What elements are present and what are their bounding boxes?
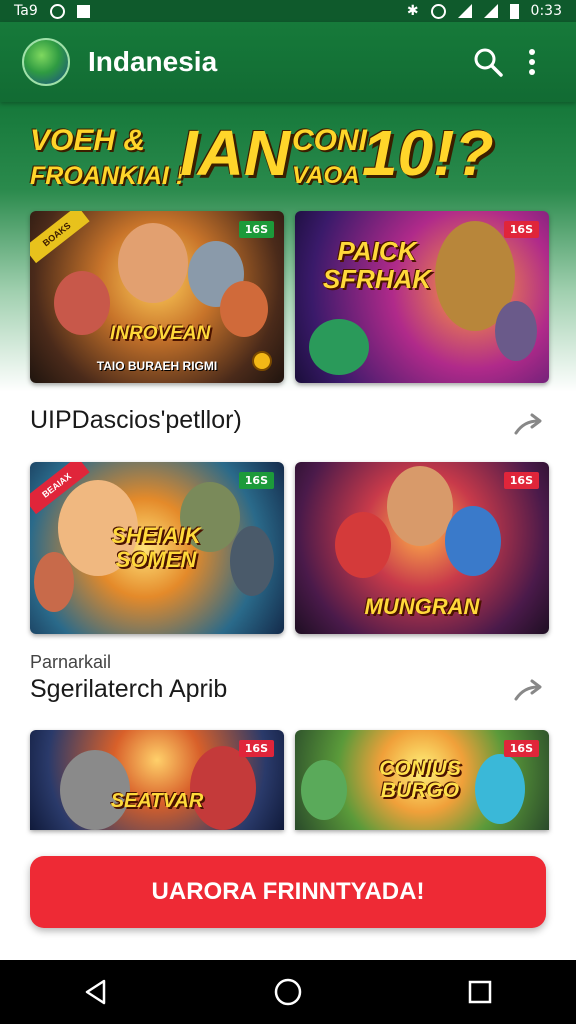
share-arrow-icon <box>514 679 542 701</box>
status-bar: Ta9 ✱ 0:33 <box>0 0 576 22</box>
character-art <box>118 223 188 303</box>
status-carrier-text: Ta9 <box>14 3 38 19</box>
section-header: UIPDascios'petllor) <box>30 406 548 442</box>
status-left: Ta9 <box>14 3 90 19</box>
alarm-icon <box>430 3 446 19</box>
character-art <box>230 526 274 596</box>
signal-icon <box>483 4 498 18</box>
card-title: CONIUS BURGO <box>379 757 461 802</box>
card-badge: 16S <box>503 740 539 757</box>
home-button[interactable] <box>256 960 320 1024</box>
recents-button[interactable] <box>448 960 512 1024</box>
status-time: 0:33 <box>530 3 562 19</box>
wifi-icon <box>457 4 472 18</box>
more-options-button[interactable] <box>510 40 554 84</box>
notification-icon <box>49 3 65 19</box>
more-vert-icon <box>529 49 535 75</box>
card-subtitle: TAIO BURAEH RIGMI <box>96 359 218 373</box>
avatar[interactable] <box>22 38 70 86</box>
cta-button[interactable]: UARORA FRINNTYADA! <box>30 856 546 928</box>
character-art <box>190 746 256 830</box>
battery-icon <box>509 3 519 19</box>
character-art <box>54 271 110 335</box>
card-badge: 16S <box>503 221 539 238</box>
section-more-button[interactable] <box>512 676 548 704</box>
promo-big-text: 10!? <box>362 117 494 189</box>
game-card[interactable]: BEAIAX 16S SHEIAIK SOMEN <box>30 462 284 634</box>
card-title: PAICK SFRHAK <box>322 236 432 294</box>
promo-headline-right[interactable]: CONI VAOA 10!? <box>292 117 552 200</box>
card-badge: 16S <box>503 472 539 489</box>
character-art <box>387 466 453 546</box>
status-right: ✱ 0:33 <box>407 3 562 19</box>
card-badge: 16S <box>238 740 274 757</box>
app-header: Indanesia <box>0 22 576 102</box>
back-triangle-icon <box>85 979 106 1005</box>
card-badge: 16S <box>238 221 274 238</box>
search-icon <box>474 48 503 77</box>
game-card[interactable]: 16S PAICK SFRHAK <box>295 211 549 383</box>
card-badge: 16S <box>238 472 274 489</box>
section-title: UIPDascios'petllor) <box>30 406 242 434</box>
game-card[interactable]: 16S MUNGRAN <box>295 462 549 634</box>
card-title: INROVEAN <box>110 323 211 344</box>
promo-line-1: CONI <box>292 124 367 157</box>
search-button[interactable] <box>466 40 510 84</box>
app-title: Indanesia <box>88 46 218 77</box>
character-art <box>335 512 391 578</box>
promo-headline-left[interactable]: VOEH & FROANKIAI ! IAN <box>30 117 320 200</box>
character-art <box>34 552 74 612</box>
back-button[interactable] <box>64 960 128 1024</box>
promo-line-2: FROANKIAI ! <box>30 162 185 190</box>
character-art <box>495 301 537 361</box>
game-card[interactable]: BOAKS 16S INROVEAN TAIO BURAEH RIGMI <box>30 211 284 383</box>
promo-line-2: VAOA <box>292 162 360 189</box>
character-art <box>309 319 369 375</box>
character-art <box>445 506 501 576</box>
section-title: Sgerilaterch Aprib <box>30 675 228 703</box>
character-art <box>220 281 268 337</box>
game-card[interactable]: 16S CONIUS BURGO <box>295 730 549 830</box>
character-art <box>301 760 347 820</box>
bluetooth-icon: ✱ <box>406 3 419 19</box>
gallery-icon <box>76 4 90 18</box>
section-header: Parnarkail Sgerilaterch Aprib <box>30 652 548 710</box>
home-circle-icon <box>274 978 302 1006</box>
promo-big-text: IAN <box>180 117 291 189</box>
game-card[interactable]: 16S SEATVAR <box>30 730 284 830</box>
coin-icon <box>252 351 272 371</box>
system-nav-bar <box>0 960 576 1024</box>
share-arrow-icon <box>514 413 542 435</box>
card-title: SEATVAR <box>110 790 204 812</box>
card-title: SHEIAIK SOMEN <box>111 523 201 572</box>
recents-square-icon <box>468 980 492 1004</box>
section-more-button[interactable] <box>512 410 548 438</box>
card-title: MUNGRAN <box>364 594 480 619</box>
section-subtitle: Parnarkail <box>30 652 112 672</box>
promo-line-1: VOEH & <box>30 124 146 157</box>
